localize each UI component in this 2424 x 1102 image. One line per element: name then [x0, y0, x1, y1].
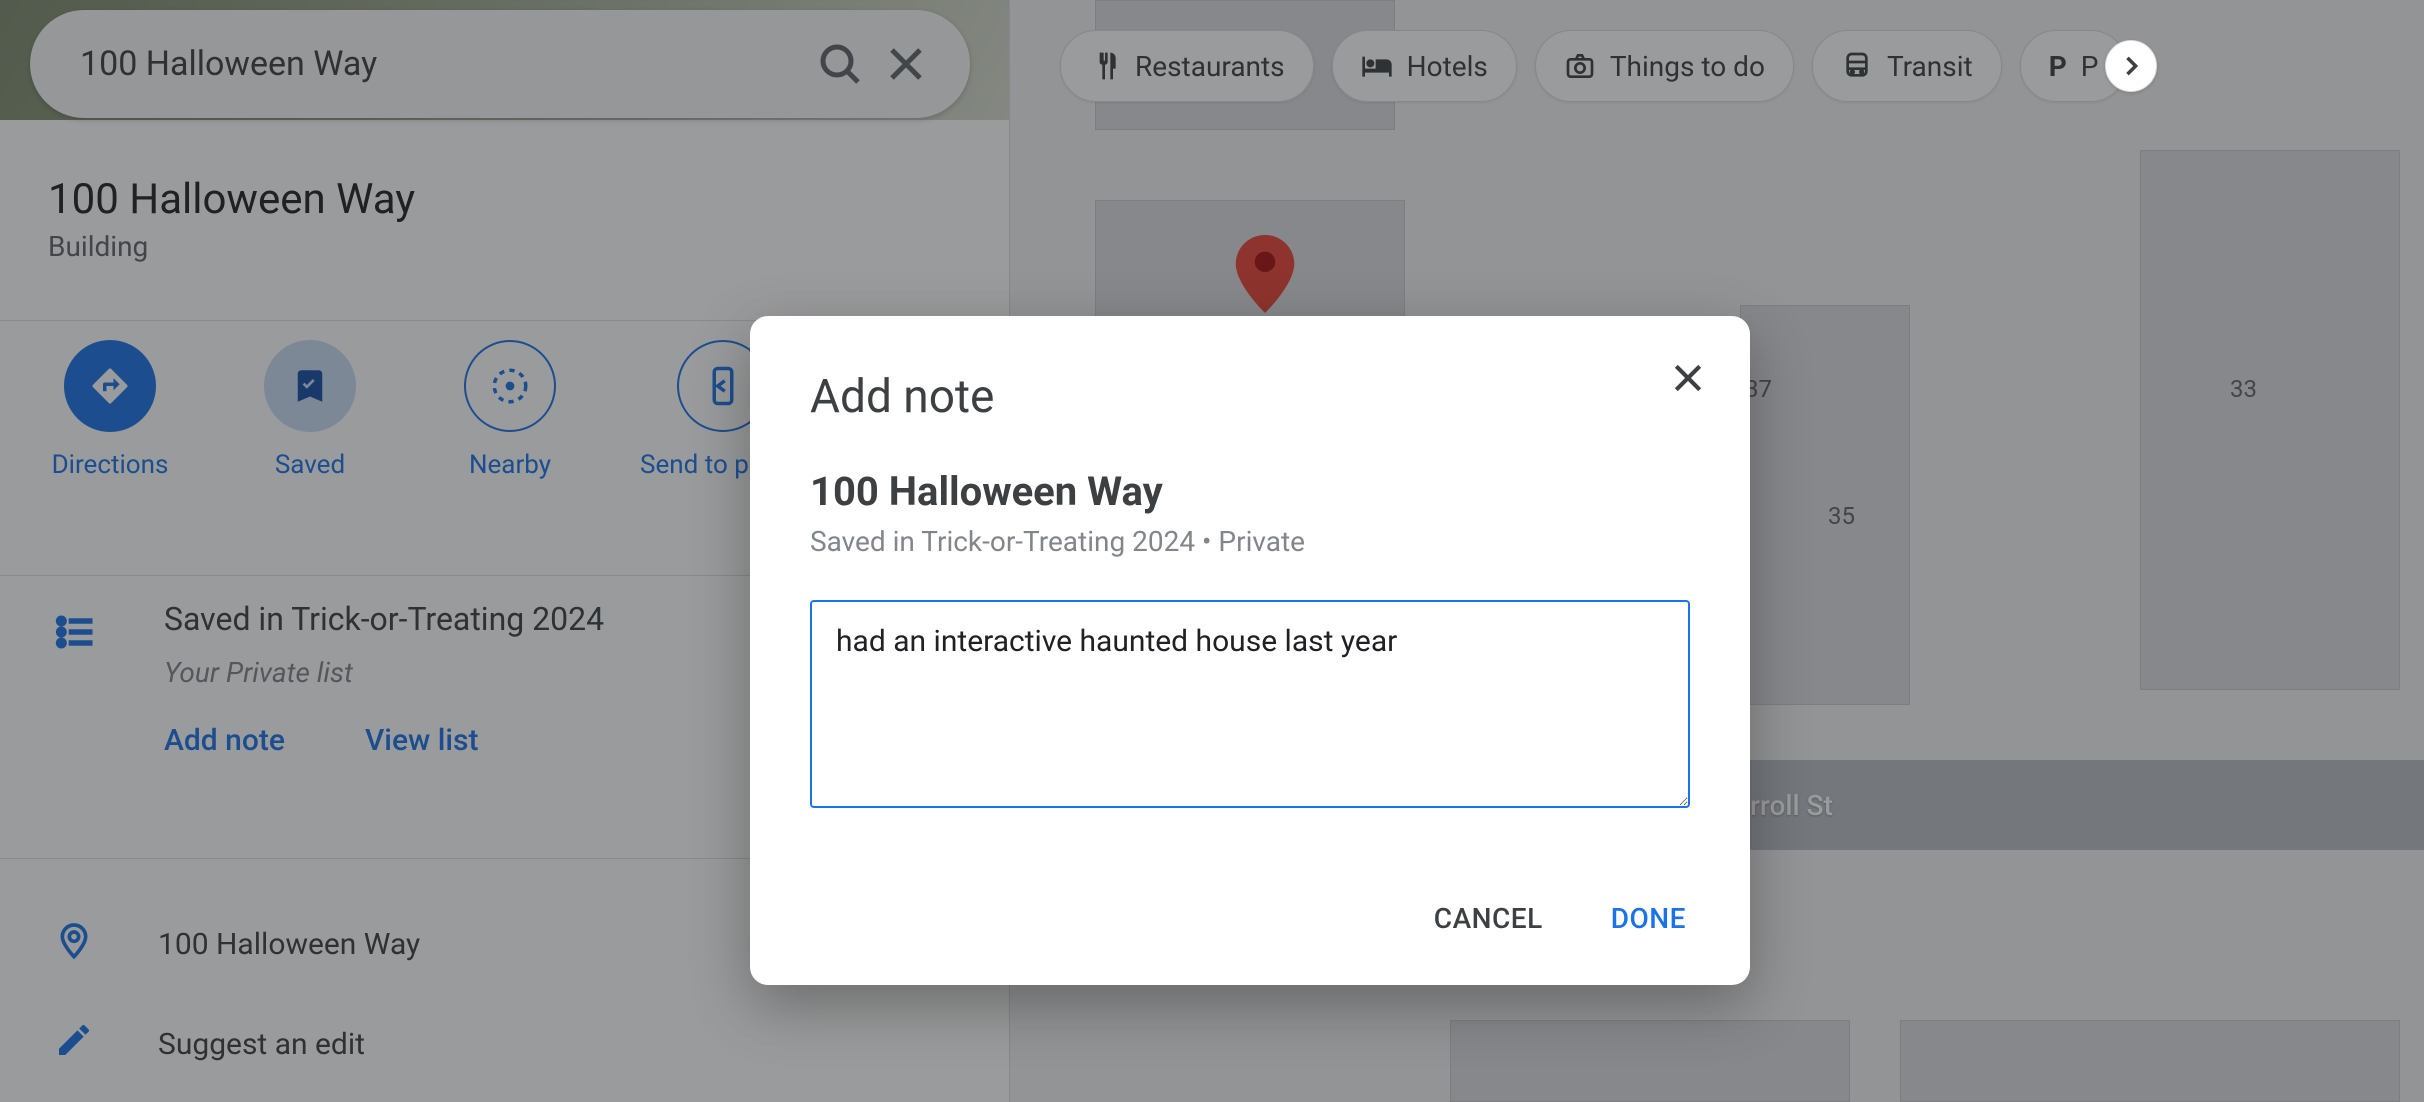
- dialog-button-row: CANCEL DONE: [810, 892, 1690, 945]
- dialog-saved-line: Saved in Trick-or-Treating 2024 • Privat…: [810, 525, 1690, 558]
- cancel-button[interactable]: CANCEL: [1430, 892, 1547, 945]
- add-note-dialog: Add note 100 Halloween Way Saved in Tric…: [750, 316, 1750, 985]
- done-button[interactable]: DONE: [1607, 892, 1690, 945]
- close-dialog-button[interactable]: [1668, 358, 1708, 402]
- dialog-place-name: 100 Halloween Way: [810, 468, 1690, 515]
- note-textarea[interactable]: [810, 600, 1690, 808]
- dialog-title: Add note: [810, 370, 1690, 424]
